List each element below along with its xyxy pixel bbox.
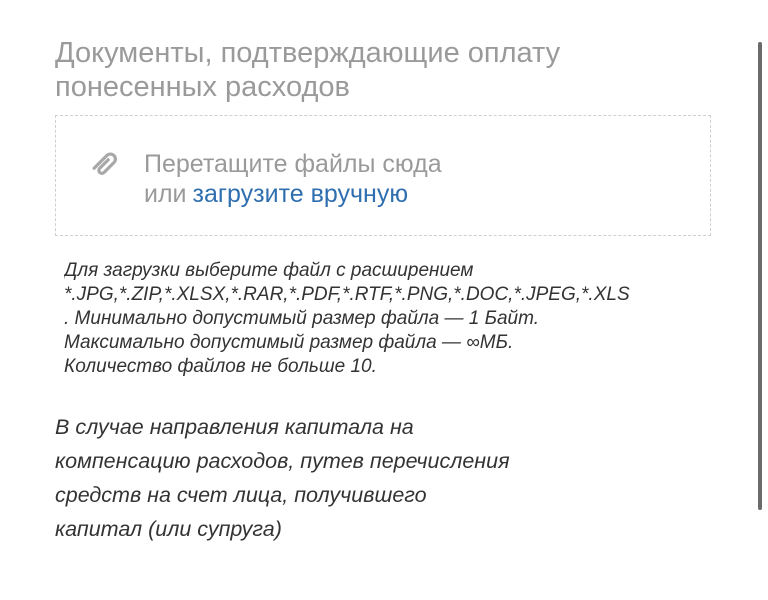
description-text: В случае направления капитала на компенс…: [55, 410, 655, 546]
hint-line: *.JPG,*.ZIP,*.XLSX,*.RAR,*.PDF,*.RTF,*.P…: [64, 284, 630, 305]
section-title-line: понесенных расходов: [55, 71, 350, 103]
file-requirements-hint: Для загрузки выберите файл с расширением…: [64, 259, 768, 379]
hint-line: Для загрузки выберите файл с расширением: [64, 260, 474, 281]
drag-hint: Перетащите файлы сюда: [144, 150, 442, 178]
description-line: капитал (или супруга): [55, 517, 282, 541]
description-line: В случае направления капитала на: [55, 415, 414, 439]
dropzone-text: Перетащите файлы сюда или загрузите вручн…: [144, 149, 442, 209]
file-dropzone[interactable]: Перетащите файлы сюда или загрузите вручн…: [55, 115, 711, 236]
or-label: или: [144, 180, 187, 208]
section-title-line: Документы, подтверждающие оплату: [55, 37, 561, 69]
hint-line: . Минимально допустимый размер файла — 1…: [64, 308, 539, 329]
upload-manually-link[interactable]: загрузите вручную: [193, 180, 409, 208]
vertical-scrollbar[interactable]: [758, 42, 762, 510]
upload-line: или загрузите вручную: [144, 179, 442, 209]
hint-line: Количество файлов не больше 10.: [64, 356, 377, 377]
description-line: компенсацию расходов, путев перечисления: [55, 449, 510, 473]
description-line: средств на счет лица, получившего: [55, 483, 427, 507]
paperclip-icon: [92, 152, 117, 175]
section-title: Документы, подтверждающие оплату понесен…: [55, 36, 695, 104]
hint-line: Максимально допустимый размер файла — ∞М…: [64, 332, 514, 353]
